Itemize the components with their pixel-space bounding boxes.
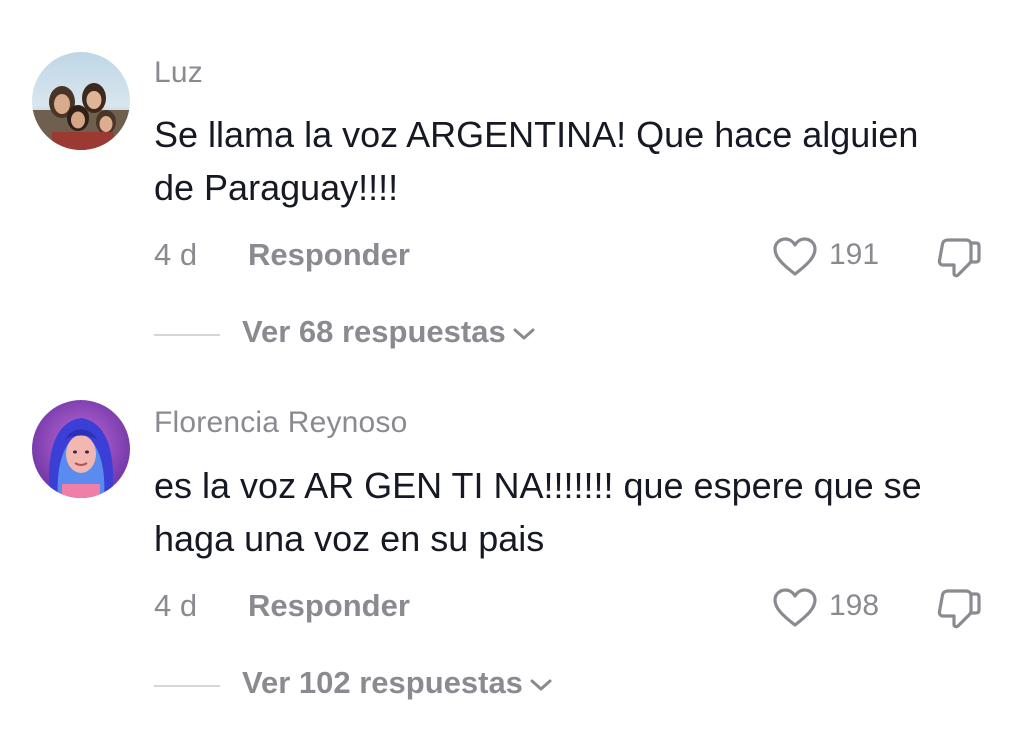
view-replies-button[interactable]: Ver 102 respuestas xyxy=(242,665,553,701)
chevron-down-icon xyxy=(530,679,552,691)
username[interactable]: Luz xyxy=(154,56,203,90)
comment-time: 4 d xyxy=(154,588,198,623)
comment-time: 4 d xyxy=(154,237,198,272)
like-count: 191 xyxy=(829,238,880,271)
like-count: 198 xyxy=(829,589,880,622)
view-replies-label: Ver 68 respuestas xyxy=(242,314,506,349)
comment-item: Luz Se llama la voz ARGENTINA! Que hace … xyxy=(0,0,1024,372)
heart-icon xyxy=(773,588,817,627)
replies-divider xyxy=(154,334,220,336)
comment-text: es la voz AR GEN TI NA!!!!!!! que espere… xyxy=(154,465,922,559)
like-button[interactable]: 191 xyxy=(772,234,884,278)
reply-button[interactable]: Responder xyxy=(248,588,410,624)
thumbs-down-icon xyxy=(937,238,981,278)
replies-divider xyxy=(154,685,220,687)
avatar[interactable] xyxy=(32,52,130,150)
like-button[interactable]: 198 xyxy=(772,585,884,629)
reply-button[interactable]: Responder xyxy=(248,237,410,273)
avatar[interactable] xyxy=(32,400,130,498)
comment-item: Florencia Reynoso es la voz AR GEN TI NA… xyxy=(0,372,1024,744)
comment-text: Se llama la voz ARGENTINA! Que hace algu… xyxy=(154,114,919,208)
view-replies-label: Ver 102 respuestas xyxy=(242,665,523,700)
dislike-button[interactable] xyxy=(934,234,984,282)
heart-icon xyxy=(773,237,817,276)
username[interactable]: Florencia Reynoso xyxy=(154,406,408,440)
chevron-down-icon xyxy=(513,328,535,340)
thumbs-down-icon xyxy=(937,589,981,629)
dislike-button[interactable] xyxy=(934,585,984,633)
view-replies-button[interactable]: Ver 68 respuestas xyxy=(242,314,536,350)
